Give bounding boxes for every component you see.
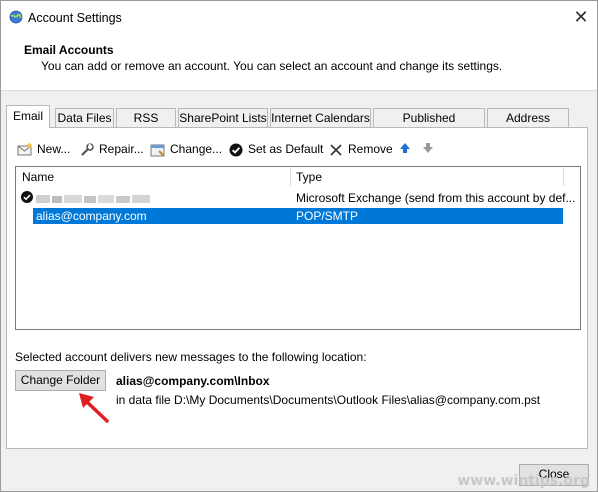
account-type-cell[interactable]: Microsoft Exchange (send from this accou… — [296, 190, 575, 206]
header-subtitle: You can add or remove an account. You ca… — [41, 59, 503, 73]
column-divider[interactable] — [563, 168, 564, 186]
account-type-cell[interactable]: POP/SMTP — [296, 208, 358, 224]
watermark: www.wintips.org — [457, 473, 590, 489]
change-settings-icon — [150, 142, 166, 158]
delivery-folder-path: alias@company.com\Inbox — [116, 374, 270, 388]
default-account-check-icon — [20, 190, 34, 204]
set-as-default-label: Set as Default — [248, 142, 324, 156]
tab-published-calendars[interactable]: Published Calendars — [373, 108, 485, 143]
data-file-path: in data file D:\My Documents\Documents\O… — [116, 393, 541, 407]
tab-email[interactable]: Email — [6, 105, 50, 128]
set-as-default-button[interactable]: Set as Default — [228, 140, 323, 158]
remove-x-icon — [328, 142, 344, 158]
column-divider[interactable] — [290, 168, 291, 186]
repair-label: Repair... — [99, 142, 144, 156]
new-button[interactable]: New... — [17, 140, 70, 158]
tab-rss-feeds[interactable]: RSS Feeds — [116, 108, 176, 143]
outlook-globe-icon — [9, 10, 23, 24]
checkmark-circle-icon — [228, 142, 244, 158]
change-folder-button[interactable]: Change Folder — [15, 370, 106, 391]
new-label: New... — [37, 142, 71, 156]
tab-address-books[interactable]: Address Books — [487, 108, 569, 143]
arrow-down-icon[interactable] — [421, 141, 435, 155]
annotation-arrow-icon — [74, 391, 114, 425]
column-header-type[interactable]: Type — [296, 167, 322, 187]
window-title: Account Settings — [28, 11, 122, 25]
header-title: Email Accounts — [24, 43, 114, 57]
column-header-name[interactable]: Name — [22, 167, 54, 187]
delivery-caption: Selected account delivers new messages t… — [15, 350, 367, 364]
arrow-up-icon[interactable] — [398, 141, 412, 155]
blurred-account-name — [36, 193, 152, 203]
remove-button[interactable]: Remove — [328, 140, 393, 158]
remove-label: Remove — [348, 142, 393, 156]
tab-data-files[interactable]: Data Files — [55, 108, 114, 127]
repair-button[interactable]: Repair... — [79, 140, 144, 158]
tab-internet-calendars[interactable]: Internet Calendars — [270, 108, 371, 127]
new-mail-icon — [17, 142, 33, 158]
change-label: Change... — [170, 142, 223, 156]
close-window-button[interactable]: ✕ — [570, 6, 592, 28]
tab-sharepoint-lists[interactable]: SharePoint Lists — [178, 108, 268, 127]
wrench-icon — [79, 142, 95, 158]
change-button[interactable]: Change... — [150, 140, 222, 158]
account-name-cell[interactable]: alias@company.com — [36, 208, 147, 224]
